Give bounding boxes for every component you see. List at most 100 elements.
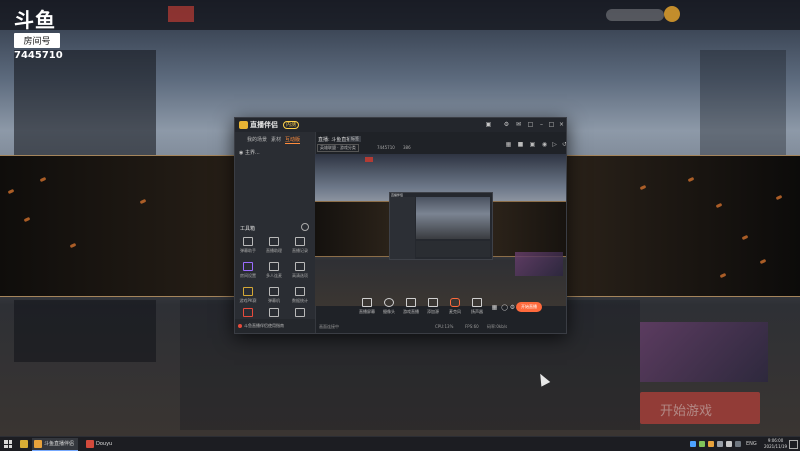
status-left: 画面连接中 xyxy=(319,324,339,329)
game-live-button[interactable]: 游戏直播 xyxy=(399,298,423,315)
microphone-button[interactable]: 麦克风 xyxy=(443,298,467,315)
douyu-app-icon xyxy=(86,440,94,448)
shirt-icon[interactable]: ▣ xyxy=(485,121,492,128)
file-explorer-icon[interactable] xyxy=(20,440,28,448)
minimize-icon[interactable]: – xyxy=(538,121,545,128)
nested-app-capture: 直播伴侣 xyxy=(389,192,493,260)
clock-date: 2021/11/19 xyxy=(764,444,788,449)
app-name: 直播伴侣 xyxy=(250,121,278,129)
add-icon xyxy=(428,298,438,307)
tab-my-scenes[interactable]: 我的场景 xyxy=(247,136,267,143)
maximize-icon[interactable]: □ xyxy=(548,121,555,128)
taskbar-app-label: Douyu xyxy=(96,441,113,447)
guide-link[interactable]: 斗鱼直播伴侣使用指南 xyxy=(235,319,315,333)
version-badge[interactable]: 内测 xyxy=(283,121,300,129)
right-panel: 直播: 斗鱼直播 标签 英雄联盟 · 游戏分类 7445710 386 ▦ ■ … xyxy=(315,132,566,333)
background-side-panel-lower xyxy=(14,300,156,362)
video-icon[interactable]: ▦ xyxy=(491,304,498,311)
live-companion-app-icon xyxy=(34,440,42,448)
tray-app-icon[interactable] xyxy=(699,441,705,447)
background-site-header xyxy=(0,0,800,30)
go-live-button[interactable]: 开始直播 xyxy=(516,302,542,312)
tool-multi-mic[interactable]: 多人连麦 xyxy=(263,262,285,279)
room-id: 7445710 xyxy=(377,145,395,150)
tool-game-pk[interactable]: 游戏PK赛 xyxy=(237,287,259,304)
taskbar-clock[interactable]: 9:06:00 2021/11/19 xyxy=(764,438,787,450)
status-fps: FPS:60 xyxy=(465,324,479,329)
stream-preview[interactable]: 直播伴侣 xyxy=(315,154,566,306)
settings-icon xyxy=(269,308,279,317)
speaker-button[interactable]: 扬声器 xyxy=(465,298,489,315)
tool-danmaku-assistant[interactable]: 弹幕助手 xyxy=(237,237,259,254)
tray-battery-icon[interactable] xyxy=(735,441,741,447)
notification-icon[interactable] xyxy=(789,440,798,449)
tray-network-icon[interactable] xyxy=(690,441,696,447)
tool-hd-options[interactable]: 高清选项 xyxy=(289,262,311,279)
bell-icon[interactable]: ▷ xyxy=(551,141,558,148)
toolbox-settings-icon[interactable] xyxy=(301,223,309,231)
tool-live-assistant[interactable]: 直播助理 xyxy=(263,237,285,254)
nested-toolbar xyxy=(416,241,490,257)
tool-label: 弹幕助手 xyxy=(240,248,256,253)
gamepad-icon xyxy=(406,298,416,307)
screen-capture-button[interactable]: 直播屏幕 xyxy=(355,298,379,315)
record-dot-icon[interactable]: ◯ xyxy=(501,304,508,311)
toolbar-label: 摄像头 xyxy=(383,309,395,314)
taskbar-app-douyu[interactable]: Douyu xyxy=(84,438,116,450)
tray-wifi-icon[interactable] xyxy=(717,441,723,447)
viewer-count: 386 xyxy=(403,145,411,150)
tool-room-settings[interactable]: 房间设置 xyxy=(237,262,259,279)
toolbox-title: 工具箱 xyxy=(240,226,256,232)
danmaku-machine-icon xyxy=(269,287,279,296)
tab-materials[interactable]: 素材 xyxy=(271,136,281,143)
share-icon[interactable]: ↺ xyxy=(561,141,566,148)
left-panel: 我的场景 素材 互动版 ◉ 主界... 工具箱 弹幕助手 直播助理 直播记录 房… xyxy=(235,132,316,333)
layout-icon[interactable]: ▦ xyxy=(505,141,512,148)
background-promo-button: 开始游戏 xyxy=(640,392,760,424)
tool-label: 数据统计 xyxy=(292,298,308,303)
tool-label: 直播记录 xyxy=(292,248,308,253)
background-red-tab xyxy=(168,6,194,22)
more-icon xyxy=(295,308,305,317)
multi-mic-icon xyxy=(269,262,279,271)
toolbar-label: 扬声器 xyxy=(471,309,483,314)
bag-icon[interactable]: ■ xyxy=(517,141,524,148)
settings-icon[interactable]: ⚙ xyxy=(509,304,516,311)
category-selector[interactable]: 英雄联盟 · 游戏分类 xyxy=(317,144,359,152)
scene-item[interactable]: ◉ 主界... xyxy=(239,149,260,156)
tray-volume-icon[interactable] xyxy=(726,441,732,447)
toolbar-label: 游戏直播 xyxy=(403,309,419,314)
eye-icon[interactable]: ◉ xyxy=(239,150,243,156)
tool-label: 直播助理 xyxy=(266,248,282,253)
add-source-button[interactable]: 添加源 xyxy=(421,298,445,315)
app-titlebar: 直播伴侣 内测 ▣ ⚙ ✉ □ – □ × xyxy=(235,118,566,132)
eye-icon[interactable]: ◉ xyxy=(541,141,548,148)
room-title: 直播: 斗鱼直播 xyxy=(318,137,352,143)
tab-interactive[interactable]: 互动版 xyxy=(285,136,301,144)
guide-dot-icon xyxy=(238,324,242,328)
tool-statistics[interactable]: 数据统计 xyxy=(289,287,311,304)
background-avatar xyxy=(664,6,680,22)
tool-label: 房间设置 xyxy=(240,273,256,278)
room-tag[interactable]: 标签 xyxy=(349,136,361,142)
tool-label: 弹幕机 xyxy=(268,298,280,303)
message-icon[interactable]: □ xyxy=(527,121,534,128)
gift-icon[interactable]: ▣ xyxy=(529,141,536,148)
live-companion-window: 直播伴侣 内测 ▣ ⚙ ✉ □ – □ × 我的场景 素材 互动版 ◉ 主界..… xyxy=(234,117,567,334)
room-settings-icon xyxy=(243,262,253,271)
windows-start-icon[interactable] xyxy=(4,440,12,448)
tray-language[interactable]: ENG xyxy=(746,441,757,447)
taskbar-app-live-companion[interactable]: 斗鱼直播伴侣 xyxy=(32,438,79,451)
tool-live-record[interactable]: 直播记录 xyxy=(289,237,311,254)
douyu-logo: 斗鱼 房间号 7445710 xyxy=(14,10,63,61)
camera-button[interactable]: 摄像头 xyxy=(377,298,401,315)
room-label: 房间号 xyxy=(14,33,60,48)
tray-app-icon-2[interactable] xyxy=(708,441,714,447)
tool-danmaku-machine[interactable]: 弹幕机 xyxy=(263,287,285,304)
tool-label: 多人连麦 xyxy=(266,273,282,278)
toolbar-label: 添加源 xyxy=(427,309,439,314)
close-icon[interactable]: × xyxy=(558,121,565,128)
mail-icon[interactable]: ✉ xyxy=(515,121,522,128)
settings-icon[interactable]: ⚙ xyxy=(503,121,510,128)
background-promo-card xyxy=(640,322,768,382)
